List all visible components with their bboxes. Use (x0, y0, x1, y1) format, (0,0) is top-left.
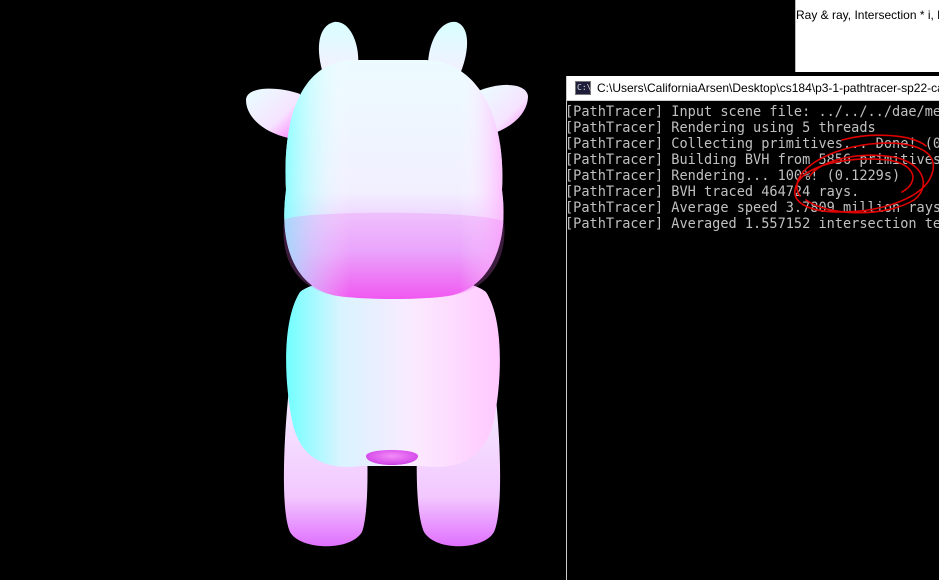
console-line: [PathTracer] Building BVH from 5856 prim… (566, 152, 939, 168)
console-line: [PathTracer] Input scene file: ../../../… (566, 104, 939, 120)
cow-render-image (246, 21, 528, 547)
code-line: Ray & ray, Intersection * i, B (796, 8, 939, 22)
console-window[interactable]: C:\ C:\Users\CaliforniaArsen\Desktop\cs1… (566, 76, 939, 580)
console-title: C:\Users\CaliforniaArsen\Desktop\cs184\p… (597, 81, 939, 95)
console-line: [PathTracer] Rendering using 5 threads (566, 120, 876, 136)
cow-body (286, 275, 500, 467)
console-app-icon: C:\ (575, 81, 591, 95)
console-line: [PathTracer] Average speed 3.7809 millio… (566, 200, 939, 216)
console-line: [PathTracer] BVH traced 464724 rays. (566, 184, 860, 200)
console-line: [PathTracer] Collecting primitives... Do… (566, 136, 939, 152)
render-viewport (0, 0, 566, 580)
console-line: [PathTracer] Rendering... 100%! (0.1229s… (566, 168, 901, 184)
console-line: [PathTracer] Averaged 1.557152 intersect… (566, 216, 939, 232)
console-titlebar[interactable]: C:\ C:\Users\CaliforniaArsen\Desktop\cs1… (567, 76, 939, 101)
code-editor-snippet: Ray & ray, Intersection * i, B (795, 0, 939, 72)
console-output: [PathTracer] Input scene file: ../../../… (567, 104, 939, 232)
